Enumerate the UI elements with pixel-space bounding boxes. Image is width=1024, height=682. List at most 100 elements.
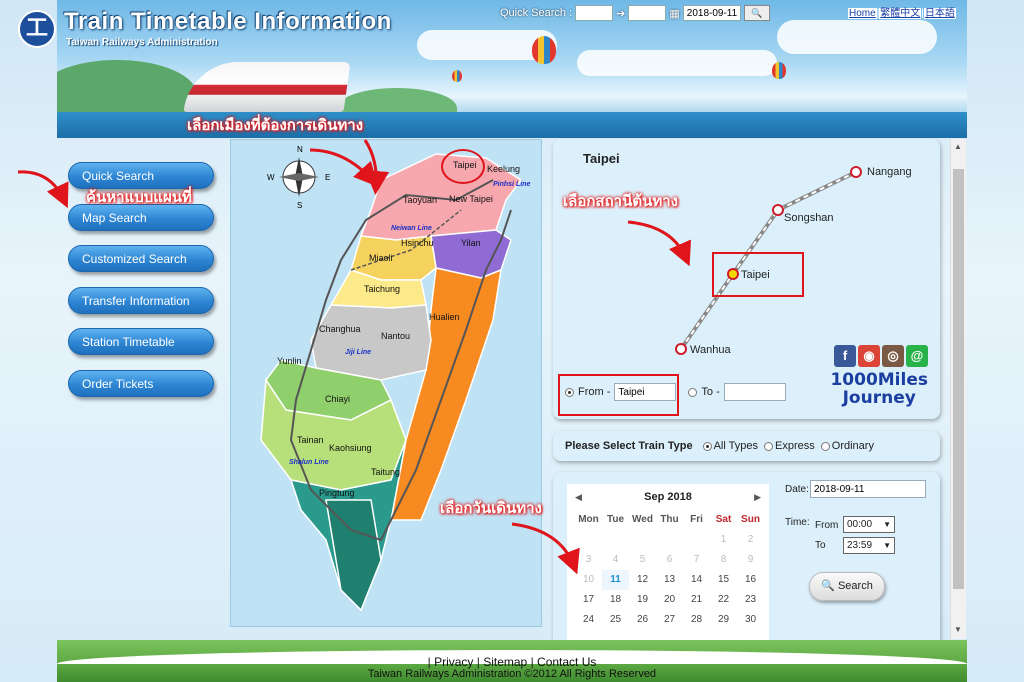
calendar-day[interactable]: 19 [629,590,656,610]
annotation-map-search: ค้นหาแบบแผนที่ [86,188,192,206]
brand-line1: 1000Miles [830,370,928,390]
train-type-express[interactable]: Express [764,440,815,452]
label-keelung[interactable]: Keelung [487,164,520,174]
calendar-day: 6 [666,554,673,565]
scroll-thumb[interactable] [953,169,964,589]
train-type-ordinary[interactable]: Ordinary [820,440,874,452]
station-node-wanhua[interactable] [675,343,687,355]
label-chiayi[interactable]: Chiayi [325,394,350,404]
label-taichung[interactable]: Taichung [364,284,400,294]
line-icon[interactable]: @ [906,345,928,367]
privacy-link[interactable]: Privacy [434,655,473,669]
calendar-day-selected[interactable]: 11 [602,570,629,590]
scroll-up-icon[interactable]: ▲ [954,142,962,151]
radio-express[interactable] [764,441,774,451]
highlight-taipei-station [712,252,804,297]
station-label-wanhua[interactable]: Wanhua [690,344,731,356]
quick-search-from-input[interactable] [575,5,614,21]
footer-links: | Privacy | Sitemap | Contact Us [427,655,597,669]
contact-us-link[interactable]: Contact Us [537,655,596,669]
quick-search-go-button[interactable]: 🔍 [743,5,770,21]
calendar-day: 7 [693,554,700,565]
label-new-taipei[interactable]: New Taipei [449,194,493,204]
nav-order-tickets[interactable]: Order Tickets [68,370,214,397]
calendar-day [575,530,602,550]
time-from-label: From [815,520,839,531]
calendar-day[interactable]: 17 [575,590,602,610]
calendar-day[interactable]: 30 [737,610,764,630]
nav-customized-search[interactable]: Customized Search [68,245,214,272]
label-taitung[interactable]: Taitung [371,467,400,477]
label-tainan[interactable]: Tainan [297,435,324,445]
label-hualien[interactable]: Hualien [429,312,460,322]
calendar-day[interactable]: 18 [602,590,629,610]
calendar-day[interactable]: 13 [656,570,683,590]
label-shalun-line[interactable]: Shalun Line [289,459,329,466]
to-station-input[interactable] [723,383,786,401]
radio-ordinary[interactable] [820,441,830,451]
date-label: Date: [785,484,809,495]
instagram-icon[interactable]: ◎ [882,345,904,367]
page-scrollbar[interactable]: ▲ ▼ [950,139,966,639]
label-neiwan-line[interactable]: Neiwan Line [391,225,432,232]
date-input[interactable] [810,480,926,498]
label-taoyuan[interactable]: Taoyuan [403,195,437,205]
calendar-day[interactable]: 15 [710,570,737,590]
calendar-day[interactable]: 23 [737,590,764,610]
calendar-day[interactable]: 12 [629,570,656,590]
label-pingtung[interactable]: Pingtung [319,488,355,498]
calendar-icon[interactable]: ▦ [669,7,679,20]
japanese-link[interactable]: 日本語 [923,8,956,19]
sitemap-link[interactable]: Sitemap [483,655,527,669]
label-nantou[interactable]: Nantou [381,331,410,341]
calendar-day[interactable]: 28 [683,610,710,630]
region-changhua-nantou[interactable] [310,304,432,381]
nav-station-timetable[interactable]: Station Timetable [68,328,214,355]
label-yilan[interactable]: Yilan [461,238,481,248]
calendar-day[interactable]: 29 [710,610,737,630]
copyright: Taiwan Railways Administration ©2012 All… [367,668,657,680]
calendar-day[interactable]: 27 [656,610,683,630]
label-yunlin[interactable]: Yunlin [277,356,302,366]
label-kaohsiung[interactable]: Kaohsiung [329,443,372,453]
quick-search-date-input[interactable] [682,5,741,21]
quick-search-to-input[interactable] [628,5,667,21]
calendar-day[interactable]: 22 [710,590,737,610]
station-label-songshan[interactable]: Songshan [784,212,834,224]
calendar-day[interactable]: 24 [575,610,602,630]
calendar-day[interactable]: 21 [683,590,710,610]
to-radio[interactable] [688,387,698,397]
cloud [577,50,777,76]
traditional-chinese-link[interactable]: 繁體中文 [879,8,922,19]
time-to-select[interactable]: 23:59 ▼ [843,537,895,554]
label-miaoli[interactable]: Miaoli [369,253,393,263]
label-jiji-line[interactable]: Jiji Line [345,349,371,356]
home-link[interactable]: Home [848,8,877,19]
nav-transfer-information[interactable]: Transfer Information [68,287,214,314]
time-from-select[interactable]: 00:00 ▼ [843,516,895,533]
calendar-day[interactable]: 20 [656,590,683,610]
label-hsinchu[interactable]: Hsinchu [401,238,434,248]
facebook-icon[interactable]: f [834,345,856,367]
calendar-day[interactable]: 16 [737,570,764,590]
radio-all[interactable] [702,441,712,451]
calendar-day[interactable]: 26 [629,610,656,630]
station-node-songshan[interactable] [772,204,784,216]
station-node-nangang[interactable] [850,166,862,178]
scroll-down-icon[interactable]: ▼ [954,625,962,634]
train-type-all[interactable]: All Types [702,440,758,452]
next-month-icon[interactable]: ▶ [754,492,761,503]
label-pinhsi-line[interactable]: Pinhsi Line [493,181,530,188]
calendar-day [683,530,710,550]
calendar-day[interactable]: 25 [602,610,629,630]
tra-logo[interactable]: 工 [18,10,56,48]
chrome-icon[interactable]: ◉ [858,345,880,367]
station-label-nangang[interactable]: Nangang [867,166,912,178]
train-image [183,62,351,112]
label-changhua[interactable]: Changhua [319,324,361,334]
search-button[interactable]: 🔍 Search [809,572,885,601]
brand-logo[interactable]: 1000Miles Journey [830,371,928,407]
calendar-day[interactable]: 14 [683,570,710,590]
prev-month-icon[interactable]: ◀ [575,492,582,503]
compass-s: S [297,201,302,210]
